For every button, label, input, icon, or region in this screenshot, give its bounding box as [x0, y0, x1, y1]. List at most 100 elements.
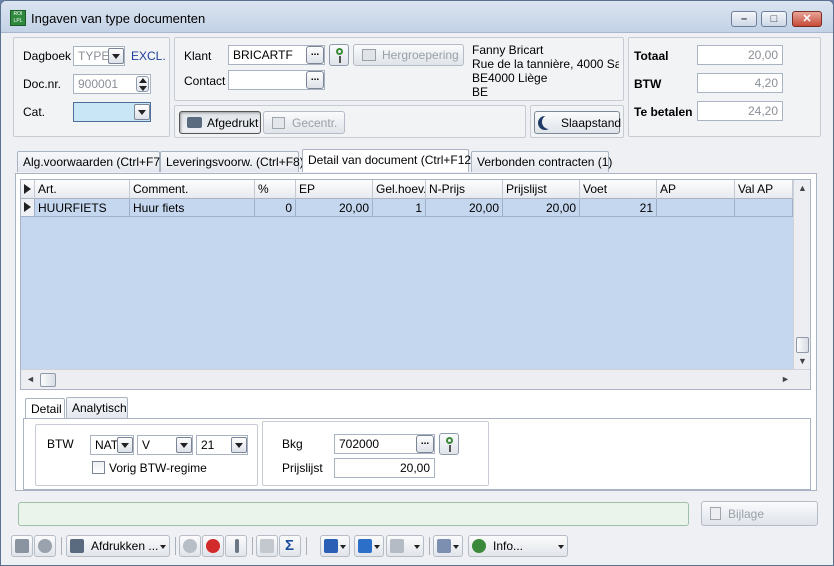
chevron-down-icon[interactable]: [108, 48, 124, 64]
address-line: Fanny Bricart: [472, 43, 544, 57]
navigate-button[interactable]: [320, 535, 350, 557]
grid-cell[interactable]: Huur fiets: [130, 199, 255, 217]
transfer-button[interactable]: [386, 535, 424, 557]
scroll-up-icon[interactable]: ▲: [798, 183, 807, 193]
tab-leveringsvoorw[interactable]: Leveringsvoorw. (Ctrl+F8): [160, 151, 304, 172]
copy-button[interactable]: [256, 535, 278, 557]
cat-label: Cat.: [23, 105, 46, 119]
printer-icon: [187, 117, 202, 128]
te-betalen-label: Te betalen: [634, 105, 693, 119]
column-header[interactable]: Art.: [35, 180, 130, 199]
chevron-down-icon: [453, 545, 459, 549]
address-line: BE4000 Liège: [472, 71, 548, 85]
close-button[interactable]: ✕: [792, 11, 822, 27]
excl-label: EXCL.: [131, 49, 166, 63]
column-header[interactable]: Gel.hoev.: [373, 180, 426, 199]
address-line: Rue de la tannière, 4000 Sainte: [472, 57, 619, 71]
dagboek-label: Dagboek: [23, 49, 72, 63]
grid-cell[interactable]: [657, 199, 735, 217]
chevron-down-icon: [340, 545, 346, 549]
window-title: Ingaven van type documenten: [31, 11, 206, 26]
klant-lookup-button[interactable]: ...: [306, 46, 324, 64]
totaal-field: 20,00: [697, 45, 783, 65]
column-header[interactable]: Comment.: [130, 180, 255, 199]
redirect-button[interactable]: [354, 535, 384, 557]
hergroepering-button[interactable]: Hergroepering: [353, 44, 464, 66]
grid-cell[interactable]: HUURFIETS: [35, 199, 130, 217]
key-icon[interactable]: [329, 44, 349, 66]
slaapstand-button[interactable]: Slaapstand: [534, 111, 621, 134]
column-header[interactable]: %: [255, 180, 296, 199]
scroll-left-icon[interactable]: ◄: [26, 374, 35, 384]
contact-lookup-button[interactable]: ...: [306, 71, 324, 89]
grid-header: Art. Comment. % EP Gel.hoev. N-Prijs Pri…: [21, 180, 793, 199]
maximize-icon: □: [770, 13, 778, 25]
group-icon: [362, 49, 376, 61]
prijslijst-field[interactable]: 20,00: [334, 458, 435, 478]
title-bar: ROI LPL Ingaven van type documenten – □ …: [1, 1, 833, 33]
column-header[interactable]: EP: [296, 180, 373, 199]
truck-icon: [390, 539, 404, 553]
chevron-down-icon: [160, 545, 166, 549]
horizontal-scrollbar[interactable]: ◄ ►: [21, 369, 810, 389]
key-icon[interactable]: [439, 433, 459, 455]
scroll-thumb[interactable]: [796, 337, 809, 353]
afdrukken-button[interactable]: Afdrukken ...: [66, 535, 170, 557]
grid-cell[interactable]: 20,00: [426, 199, 503, 217]
column-header[interactable]: N-Prijs: [426, 180, 503, 199]
bijlage-button[interactable]: Bijlage: [701, 501, 818, 526]
scroll-right-icon[interactable]: ►: [781, 374, 790, 384]
documents-button[interactable]: [433, 535, 463, 557]
grid-cell[interactable]: 0: [255, 199, 296, 217]
klant-label: Klant: [184, 49, 212, 63]
address-line: BE: [472, 85, 489, 99]
table-row[interactable]: HUURFIETS Huur fiets 0 20,00 1 20,00 20,…: [21, 199, 793, 217]
chevron-down-icon[interactable]: [134, 104, 150, 120]
grid-cell[interactable]: 20,00: [503, 199, 580, 217]
chevron-down-icon: [374, 545, 380, 549]
column-header[interactable]: Val AP: [735, 180, 793, 199]
scroll-thumb[interactable]: [40, 373, 56, 387]
grid-body: HUURFIETS Huur fiets 0 20,00 1 20,00 20,…: [21, 199, 793, 369]
tab-verbonden-contracten[interactable]: Verbonden contracten (1): [471, 151, 612, 172]
grid-cell[interactable]: 1: [373, 199, 426, 217]
sum-button[interactable]: Σ: [279, 535, 301, 557]
btw-total-field: 4,20: [697, 73, 783, 93]
document-tabs: Alg.voorwaarden (Ctrl+F7) Leveringsvoorw…: [17, 149, 817, 174]
grid-cell[interactable]: [735, 199, 793, 217]
spinner-icon[interactable]: [136, 76, 149, 92]
scroll-down-icon[interactable]: ▼: [798, 356, 807, 366]
chevron-down-icon[interactable]: [231, 437, 247, 453]
main-window: ROI LPL Ingaven van type documenten – □ …: [0, 0, 834, 566]
column-header[interactable]: AP: [657, 180, 735, 199]
chevron-down-icon[interactable]: [117, 437, 133, 453]
tab-detail-van-document[interactable]: Detail van document (Ctrl+F12): [302, 149, 475, 172]
forward-icon: [358, 539, 372, 553]
vorig-btw-checkbox[interactable]: [92, 461, 105, 474]
bkg-lookup-button[interactable]: ...: [416, 435, 434, 453]
gecentr-button[interactable]: Gecentr.: [263, 111, 345, 134]
info-button[interactable]: Info...: [468, 535, 568, 557]
vertical-scrollbar[interactable]: ▲ ▼: [793, 180, 810, 369]
delete-button[interactable]: [202, 535, 224, 557]
printer-icon: [70, 539, 84, 553]
column-header[interactable]: Voet: [580, 180, 657, 199]
afgedrukt-button[interactable]: Afgedrukt: [179, 111, 261, 134]
maximize-button[interactable]: □: [761, 11, 787, 27]
edit-button[interactable]: [225, 535, 247, 557]
grid-cell[interactable]: 21: [580, 199, 657, 217]
circle-icon: [183, 539, 197, 553]
refresh-button[interactable]: [34, 535, 56, 557]
save-button[interactable]: [11, 535, 33, 557]
chevron-down-icon[interactable]: [176, 437, 192, 453]
column-header[interactable]: Prijslijst: [503, 180, 580, 199]
info-label: Info...: [493, 539, 524, 553]
tab-alg-voorwaarden[interactable]: Alg.voorwaarden (Ctrl+F7): [17, 151, 164, 172]
refresh-icon: [38, 539, 52, 553]
tab-analytisch[interactable]: Analytisch: [66, 397, 128, 418]
grid-cell[interactable]: 20,00: [296, 199, 373, 217]
new-button[interactable]: [179, 535, 201, 557]
bkg-label: Bkg: [282, 437, 303, 451]
toolbar-separator: [175, 537, 176, 555]
minimize-button[interactable]: –: [731, 11, 757, 27]
